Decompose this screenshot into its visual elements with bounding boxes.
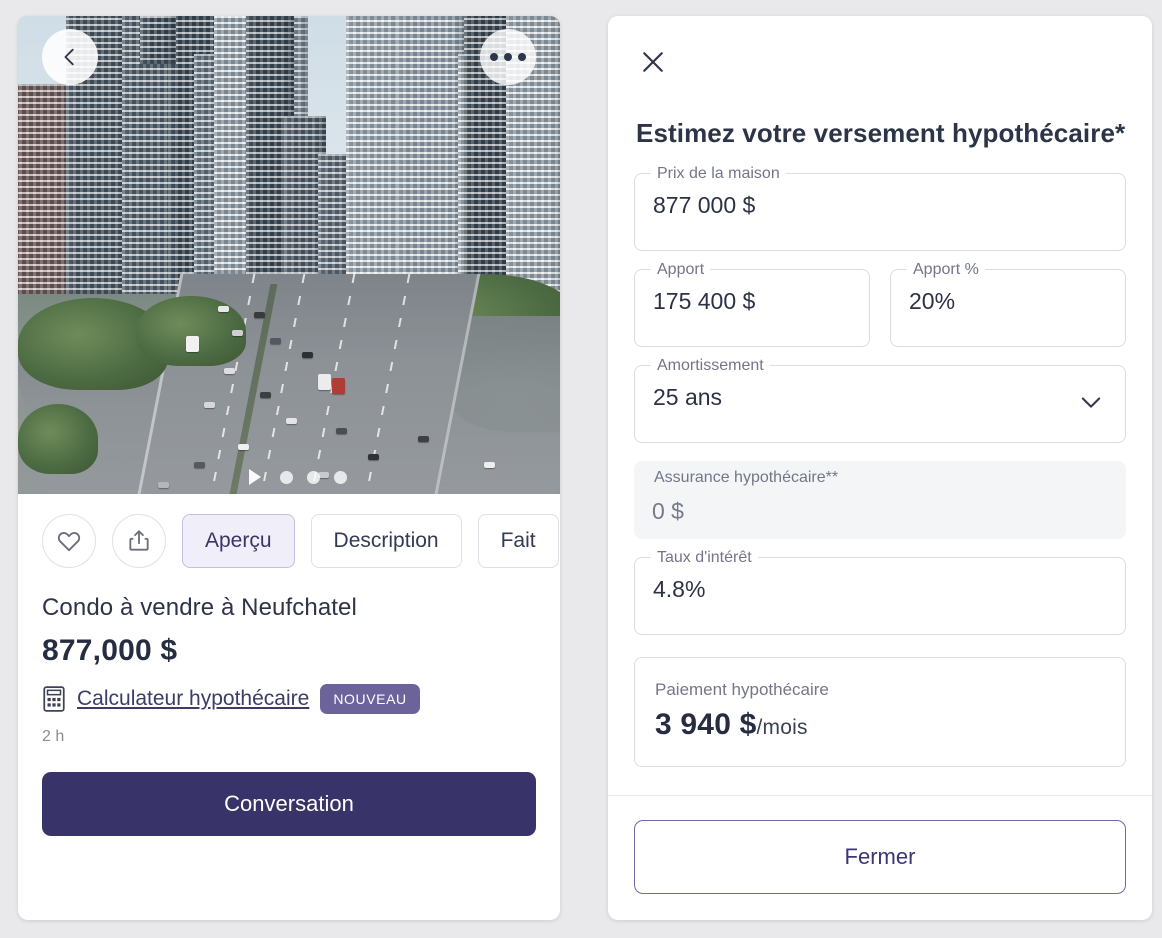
mortgage-payment-result: Paiement hypothécaire 3 940 $/mois: [634, 657, 1126, 767]
mortgage-insurance-label: Assurance hypothécaire**: [654, 469, 839, 486]
car: [260, 392, 271, 398]
listing-actions: Aperçu Description Fait: [18, 494, 560, 568]
car: [418, 436, 429, 442]
down-payment-label: Apport: [651, 260, 711, 280]
more-options-button[interactable]: [480, 29, 536, 85]
amortization-value: 25 ans: [653, 383, 723, 410]
down-payment-row: Apport 175 400 $ Apport % 20%: [634, 260, 1126, 365]
amortization-select[interactable]: Amortissement 25 ans: [634, 356, 1126, 443]
car: [232, 330, 243, 336]
mortgage-payment-amount: 3 940 $/mois: [655, 708, 1105, 742]
mortgage-payment-label: Paiement hypothécaire: [655, 680, 829, 699]
home-price-value: 877 000 $: [653, 191, 756, 218]
payment-period-text: /mois: [756, 716, 808, 739]
conversation-button-wrap: Conversation: [18, 746, 560, 836]
trees: [136, 296, 246, 366]
car: [484, 462, 495, 468]
calculator-row: Calculateur hypothécaire NOUVEAU: [42, 684, 536, 714]
chevron-left-icon: [64, 48, 74, 66]
payment-amount-text: 3 940 $: [655, 708, 757, 741]
car: [238, 444, 249, 450]
interest-rate-field[interactable]: Taux d'intérêt 4.8%: [634, 548, 1126, 635]
home-price-field[interactable]: Prix de la maison 877 000 $: [634, 164, 1126, 251]
lane-marking: [363, 274, 411, 494]
heart-icon: [57, 532, 81, 552]
interest-rate-label: Taux d'intérêt: [651, 548, 758, 568]
car: [368, 454, 379, 460]
amortization-label: Amortissement: [651, 356, 770, 376]
hero-image[interactable]: [18, 16, 560, 494]
modal-title: Estimez votre versement hypothécaire*: [636, 118, 1126, 148]
car: [286, 418, 297, 424]
down-payment-value: 175 400 $: [653, 287, 756, 314]
play-icon[interactable]: [249, 469, 261, 485]
tab-faits[interactable]: Fait: [477, 514, 559, 568]
trees: [18, 404, 98, 474]
car: [302, 352, 313, 358]
tab-apercu[interactable]: Aperçu: [182, 514, 295, 568]
carousel-dot[interactable]: [334, 471, 347, 484]
mortgage-insurance-field: Assurance hypothécaire** 0 $: [634, 461, 1126, 539]
carousel-dots[interactable]: [280, 471, 347, 484]
down-payment-percent-label: Apport %: [907, 260, 985, 280]
chevron-down-icon[interactable]: [1077, 388, 1105, 421]
interest-rate-value: 4.8%: [653, 575, 706, 602]
car: [218, 306, 229, 312]
down-payment-percent-value: 20%: [909, 287, 956, 314]
listing-details: Condo à vendre à Neufchatel 877,000 $ Ca…: [18, 568, 560, 746]
modal-content: Estimez votre versement hypothécaire* Pr…: [608, 16, 1152, 795]
carousel-dot[interactable]: [280, 471, 293, 484]
truck: [318, 374, 331, 390]
tab-description[interactable]: Description: [310, 514, 462, 568]
close-icon: [643, 51, 663, 72]
car: [336, 428, 347, 434]
app-root: Aperçu Description Fait Condo à vendre à…: [0, 0, 1162, 938]
down-payment-field[interactable]: Apport 175 400 $: [634, 260, 870, 347]
truck: [332, 378, 345, 394]
car: [224, 368, 235, 374]
car: [270, 338, 281, 344]
listing-timestamp: 2 h: [42, 728, 65, 745]
favorite-button[interactable]: [42, 514, 96, 568]
conversation-button[interactable]: Conversation: [42, 772, 536, 836]
fermer-button[interactable]: Fermer: [634, 820, 1126, 894]
car: [194, 462, 205, 468]
car: [254, 312, 265, 318]
share-button[interactable]: [112, 514, 166, 568]
listing-panel: Aperçu Description Fait Condo à vendre à…: [18, 16, 560, 920]
listing-price: 877,000 $: [42, 634, 178, 667]
listing-title: Condo à vendre à Neufchatel: [42, 594, 357, 621]
calculator-icon: [43, 686, 65, 712]
modal-footer: Fermer: [608, 795, 1152, 920]
new-badge[interactable]: NOUVEAU: [320, 684, 420, 714]
down-payment-percent-field[interactable]: Apport % 20%: [890, 260, 1126, 347]
building: [140, 16, 176, 64]
home-price-label: Prix de la maison: [651, 164, 786, 184]
calculator-link[interactable]: Calculateur hypothécaire: [77, 687, 309, 711]
truck: [186, 336, 199, 352]
car: [204, 402, 215, 408]
car: [158, 482, 169, 488]
mortgage-calculator-modal: Estimez votre versement hypothécaire* Pr…: [608, 16, 1152, 920]
back-button[interactable]: [42, 29, 98, 85]
close-button[interactable]: [636, 46, 670, 80]
carousel-dot[interactable]: [307, 471, 320, 484]
share-icon: [129, 530, 149, 551]
more-horizontal-icon: [490, 53, 526, 61]
